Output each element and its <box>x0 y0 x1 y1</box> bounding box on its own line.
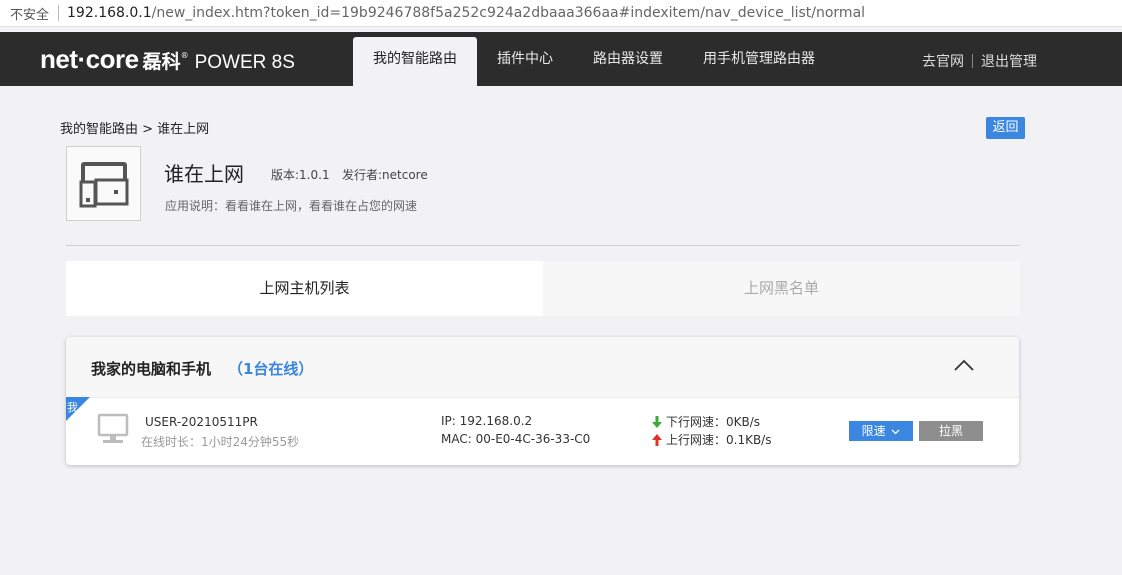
devices-icon <box>79 161 128 207</box>
app-title: 谁在上网 <box>164 162 244 186</box>
main-tabs: 我的智能路由 插件中心 路由器设置 用手机管理路由器 <box>353 37 835 86</box>
upload-speed: 上行网速：0.1KB/s <box>652 431 771 448</box>
registered-mark: ® <box>180 51 189 60</box>
breadcrumb[interactable]: 我的智能路由 > 谁在上网 <box>60 118 209 137</box>
arrow-down-icon <box>652 415 662 428</box>
self-device-label: 我 <box>67 401 78 414</box>
download-speed-text: 下行网速：0KB/s <box>666 415 761 429</box>
app-description: 应用说明：看看谁在上网，看看谁在占您的网速 <box>165 199 418 213</box>
device-ip: IP: 192.168.0.2 <box>441 414 533 428</box>
security-indicator[interactable]: 不安全 <box>10 4 49 23</box>
tab-mobile-manage[interactable]: 用手机管理路由器 <box>683 37 835 86</box>
speed-limit-label: 限速 <box>861 424 886 438</box>
app-version: 版本:1.0.1 <box>271 168 330 182</box>
brand-name: net·core <box>40 44 139 74</box>
tab-router-settings[interactable]: 路由器设置 <box>573 37 683 86</box>
online-duration: 在线时长：1小时24分钟55秒 <box>141 435 300 449</box>
top-nav: net·core 磊科 ® POWER 8S 我的智能路由 插件中心 路由器设置… <box>0 32 1122 86</box>
brand-logo: net·core 磊科 ® POWER 8S <box>40 44 295 75</box>
brand-name-cn: 磊科 <box>142 51 181 73</box>
upload-speed-text: 上行网速：0.1KB/s <box>666 433 772 447</box>
blacklist-button[interactable]: 拉黑 <box>919 421 983 441</box>
who-online-app-icon <box>66 146 141 221</box>
router-model: POWER 8S <box>194 52 295 73</box>
tab-my-router[interactable]: 我的智能路由 <box>353 37 477 86</box>
back-button[interactable]: 返回 <box>986 117 1025 139</box>
tab-plugin-center[interactable]: 插件中心 <box>477 37 573 86</box>
nav-link-divider <box>972 54 973 68</box>
nav-links: 去官网 退出管理 <box>922 51 1037 71</box>
address-separator <box>58 5 60 21</box>
chevron-down-icon <box>891 429 900 434</box>
arrow-up-icon <box>652 433 662 446</box>
official-site-link[interactable]: 去官网 <box>922 51 964 71</box>
url-path: /new_index.htm?token_id=19b9246788f5a252… <box>151 5 866 21</box>
download-speed: 下行网速：0KB/s <box>652 413 760 430</box>
speed-limit-button[interactable]: 限速 <box>849 421 913 441</box>
device-mac: MAC: 00-E0-4C-36-33-C0 <box>441 432 591 446</box>
device-group-header[interactable]: 我家的电脑和手机 （1台在线） <box>66 337 1019 398</box>
logout-link[interactable]: 退出管理 <box>981 51 1037 71</box>
url-host: 192.168.0.1 <box>67 5 152 21</box>
computer-icon <box>97 413 129 443</box>
tab-blacklist[interactable]: 上网黑名单 <box>543 261 1020 316</box>
device-group-card: 我家的电脑和手机 （1台在线） 我 USER-20210511PR 在线时长：1… <box>66 337 1019 465</box>
address-bar[interactable]: 不安全 192.168.0.1/new_index.htm?token_id=1… <box>0 0 1122 27</box>
device-group-title: 我家的电脑和手机 <box>91 360 212 378</box>
url-text[interactable]: 192.168.0.1/new_index.htm?token_id=19b92… <box>67 5 865 21</box>
section-divider <box>66 245 1020 246</box>
online-count: （1台在线） <box>228 360 314 378</box>
sub-tabs: 上网主机列表 上网黑名单 <box>66 261 1020 316</box>
app-publisher: 发行者:netcore <box>342 168 428 182</box>
device-name: USER-20210511PR <box>145 415 258 429</box>
tab-online-hosts[interactable]: 上网主机列表 <box>66 261 543 316</box>
chevron-up-icon[interactable] <box>953 357 975 373</box>
